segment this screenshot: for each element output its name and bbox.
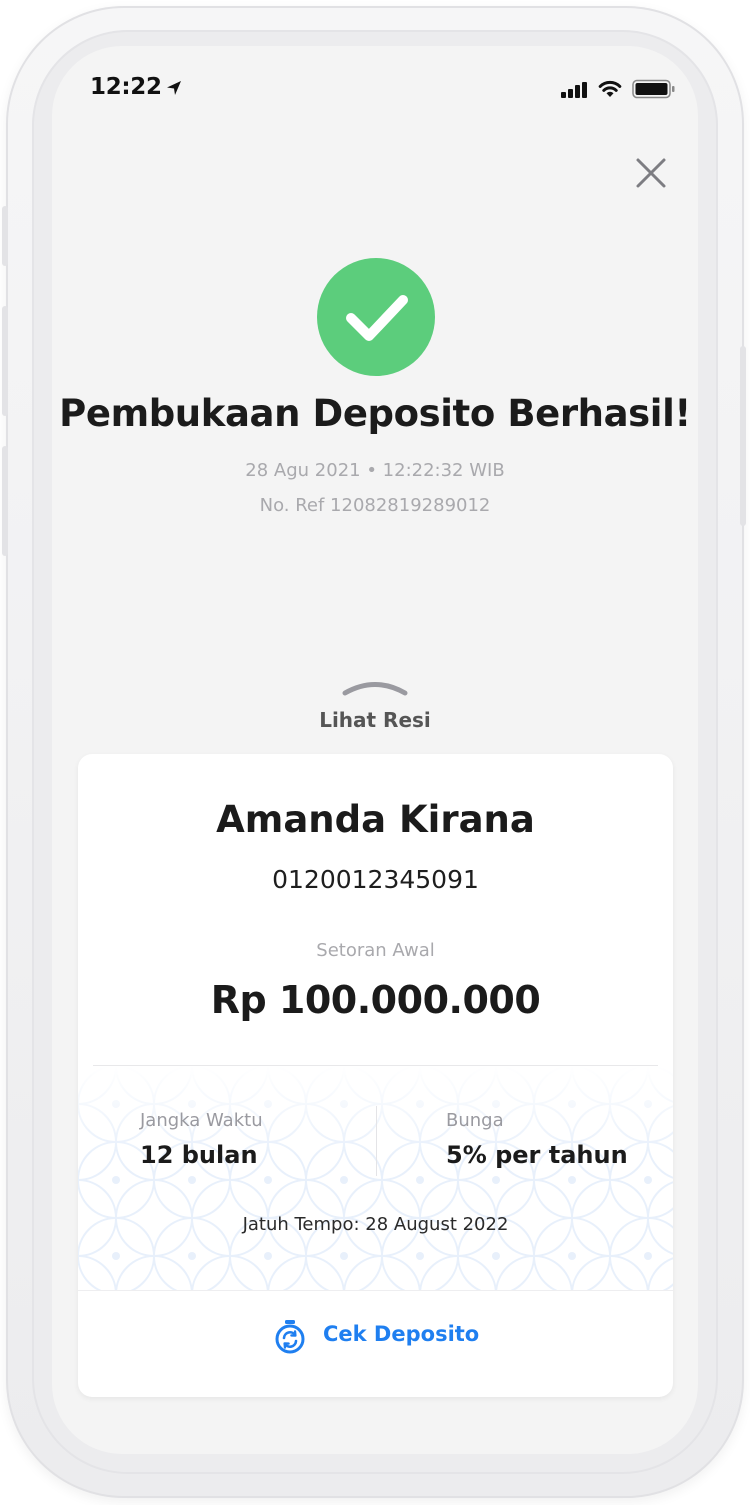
deposit-clock-icon [275,1320,305,1354]
signal-icon [561,82,587,98]
card-divider-bottom [78,1290,673,1291]
chevron-up-icon [342,682,408,696]
interest-value: 5% per tahun [446,1141,628,1169]
interest-info: Bunga 5% per tahun [446,1110,628,1169]
deposit-label: Setoran Awal [316,940,435,961]
term-value: 12 bulan [140,1141,258,1169]
transaction-datetime: 28 Agu 2021 • 12:22:32 WIB [245,460,505,481]
term-info: Jangka Waktu 12 bulan [140,1110,263,1169]
phone-screen: 12:22 Pembukaan Deposito Berhasil! 28 Ag… [52,46,698,1454]
success-badge [317,258,435,376]
check-deposit-button[interactable]: Cek Deposito [273,1316,483,1356]
vertical-divider [376,1106,377,1176]
interest-label: Bunga [446,1110,504,1131]
phone-volume-up-button [2,306,8,416]
status-time: 12:22 [90,74,162,100]
maturity-date: Jatuh Tempo: 28 August 2022 [242,1214,509,1235]
phone-power-button [740,346,746,526]
term-label: Jangka Waktu [140,1110,263,1131]
location-arrow-icon [167,81,181,95]
phone-volume-down-button [2,446,8,556]
reference-number: No. Ref 12082819289012 [259,495,491,516]
page-title: Pembukaan Deposito Berhasil! [59,392,691,435]
status-bar: 12:22 [52,46,698,136]
phone-mute-switch [2,206,8,266]
view-receipt-toggle[interactable]: Lihat Resi [275,674,475,738]
close-icon[interactable] [632,154,670,192]
customer-name: Amanda Kirana [216,798,535,841]
decorative-pattern [78,1066,673,1290]
view-receipt-label: Lihat Resi [319,708,431,732]
deposit-amount: Rp 100.000.000 [210,978,541,1022]
check-deposit-label: Cek Deposito [323,1322,480,1346]
account-number: 0120012345091 [272,865,479,894]
checkmark-icon [346,295,408,341]
battery-icon [632,79,675,99]
receipt-card: Amanda Kirana 0120012345091 Setoran Awal… [78,754,673,1397]
wifi-icon [598,80,622,97]
